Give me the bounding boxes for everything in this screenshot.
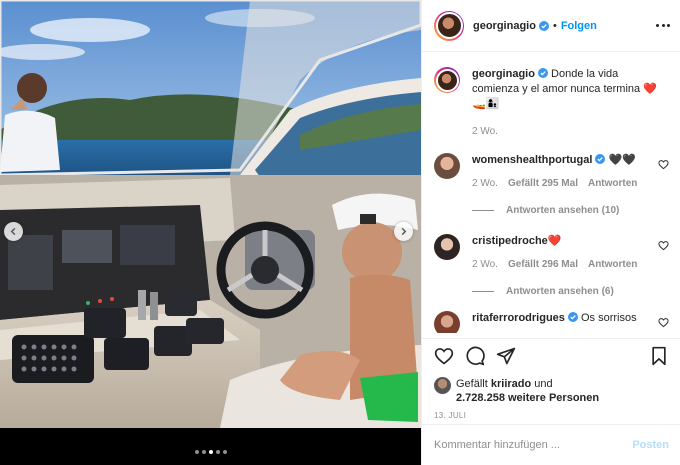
- view-replies-label: Antworten ansehen (10): [506, 205, 620, 216]
- comment-avatar[interactable]: [434, 153, 460, 179]
- reply-button[interactable]: Antworten: [588, 259, 637, 270]
- pagination-dot: [194, 450, 199, 454]
- comment-time[interactable]: 2 Wo.: [472, 259, 498, 270]
- verified-icon: [567, 312, 578, 322]
- verified-icon: [538, 20, 549, 31]
- view-replies-label: Antworten ansehen (6): [506, 286, 614, 297]
- comment-like-heart-icon[interactable]: [658, 317, 669, 328]
- comment: cristipedroche❤️ 2 Wo. Gefällt 296 Mal Ant…: [434, 234, 669, 272]
- comment-username[interactable]: ritaferrorodrigues: [472, 312, 565, 324]
- follow-button[interactable]: Folgen: [561, 20, 597, 32]
- comment-icon[interactable]: [465, 346, 485, 366]
- comment-like-heart-icon[interactable]: [658, 240, 669, 251]
- liker-avatar[interactable]: [434, 377, 451, 394]
- likes-suffix[interactable]: weitere Personen: [508, 392, 599, 404]
- caption: georginagio Donde la vida comienza y el …: [434, 67, 669, 139]
- image-pagination-dots: [0, 450, 421, 454]
- comment-avatar[interactable]: [434, 234, 460, 260]
- action-bar: [434, 346, 669, 366]
- next-image-button[interactable]: [394, 222, 413, 241]
- comment-text: 🖤🖤: [608, 154, 636, 166]
- comment-input[interactable]: [434, 439, 624, 451]
- likes-prefix: Gefällt: [456, 378, 488, 390]
- separator-dot: •: [552, 19, 557, 32]
- comment-like-heart-icon[interactable]: [658, 159, 669, 170]
- likes-joiner: und: [534, 378, 553, 390]
- comment-username[interactable]: cristipedroche: [472, 235, 548, 247]
- liker-username[interactable]: kriirado: [491, 378, 531, 390]
- caption-time[interactable]: 2 Wo.: [472, 126, 498, 137]
- comment-likes[interactable]: Gefällt 295 Mal: [508, 178, 578, 189]
- comment-likes[interactable]: Gefällt 296 Mal: [508, 259, 578, 270]
- comment-text: ❤️: [547, 235, 562, 247]
- share-icon[interactable]: [496, 346, 516, 366]
- comment-body: ritaferrorodrigues Os sorrisos: [472, 311, 657, 333]
- more-icon[interactable]: [656, 24, 670, 27]
- caption-avatar[interactable]: [434, 67, 460, 93]
- pagination-dot: [208, 450, 213, 454]
- comment-text: Os sorrisos: [580, 312, 637, 324]
- author-avatar[interactable]: [434, 10, 464, 41]
- comment-body: cristipedroche❤️ 2 Wo. Gefällt 296 Mal Ant…: [472, 234, 657, 272]
- chevron-left-icon: [10, 227, 16, 236]
- header-author: georginagio • Folgen: [473, 20, 597, 32]
- post-image-viewer: [0, 0, 421, 465]
- comments-list: georginagio Donde la vida comienza y el …: [422, 53, 680, 333]
- post-photo: [0, 0, 421, 428]
- view-replies-button[interactable]: Antworten ansehen (10): [472, 205, 669, 216]
- pagination-dot: [201, 450, 206, 454]
- comment-username[interactable]: womenshealthportugal: [472, 154, 592, 166]
- likes-text: Gefällt kriirado und 2.728.258 weitere P…: [456, 377, 599, 405]
- reply-button[interactable]: Antworten: [588, 178, 637, 189]
- comment-avatar[interactable]: [434, 311, 460, 333]
- comment-form: Posten: [422, 424, 680, 465]
- chevron-right-icon: [401, 227, 407, 236]
- verified-icon: [595, 154, 606, 164]
- likes-count[interactable]: 2.728.258: [456, 392, 505, 404]
- verified-icon: [537, 68, 548, 78]
- comment-body: womenshealthportugal 🖤🖤 2 Wo. Gefällt 295…: [472, 153, 657, 191]
- pagination-dot: [222, 450, 227, 454]
- pagination-dot: [215, 450, 220, 454]
- author-username[interactable]: georginagio: [473, 20, 536, 32]
- caption-username[interactable]: georginagio: [472, 68, 535, 80]
- comment: womenshealthportugal 🖤🖤 2 Wo. Gefällt 295…: [434, 153, 669, 191]
- view-replies-button[interactable]: Antworten ansehen (6): [472, 286, 669, 297]
- heart-icon[interactable]: [434, 346, 454, 366]
- post-details-panel: georginagio • Folgen georginagio Donde l…: [421, 0, 680, 465]
- bookmark-icon[interactable]: [649, 346, 669, 366]
- post-actions: Gefällt kriirado und 2.728.258 weitere P…: [422, 338, 680, 420]
- likes-summary: Gefällt kriirado und 2.728.258 weitere P…: [434, 377, 669, 405]
- post-date[interactable]: 13. Juli: [434, 411, 669, 420]
- post-header: georginagio • Folgen: [422, 0, 680, 52]
- comment-time[interactable]: 2 Wo.: [472, 178, 498, 189]
- post-comment-button[interactable]: Posten: [632, 439, 669, 451]
- comment: ritaferrorodrigues Os sorrisos: [434, 311, 669, 333]
- caption-body: georginagio Donde la vida comienza y el …: [472, 67, 657, 139]
- previous-image-button[interactable]: [4, 222, 23, 241]
